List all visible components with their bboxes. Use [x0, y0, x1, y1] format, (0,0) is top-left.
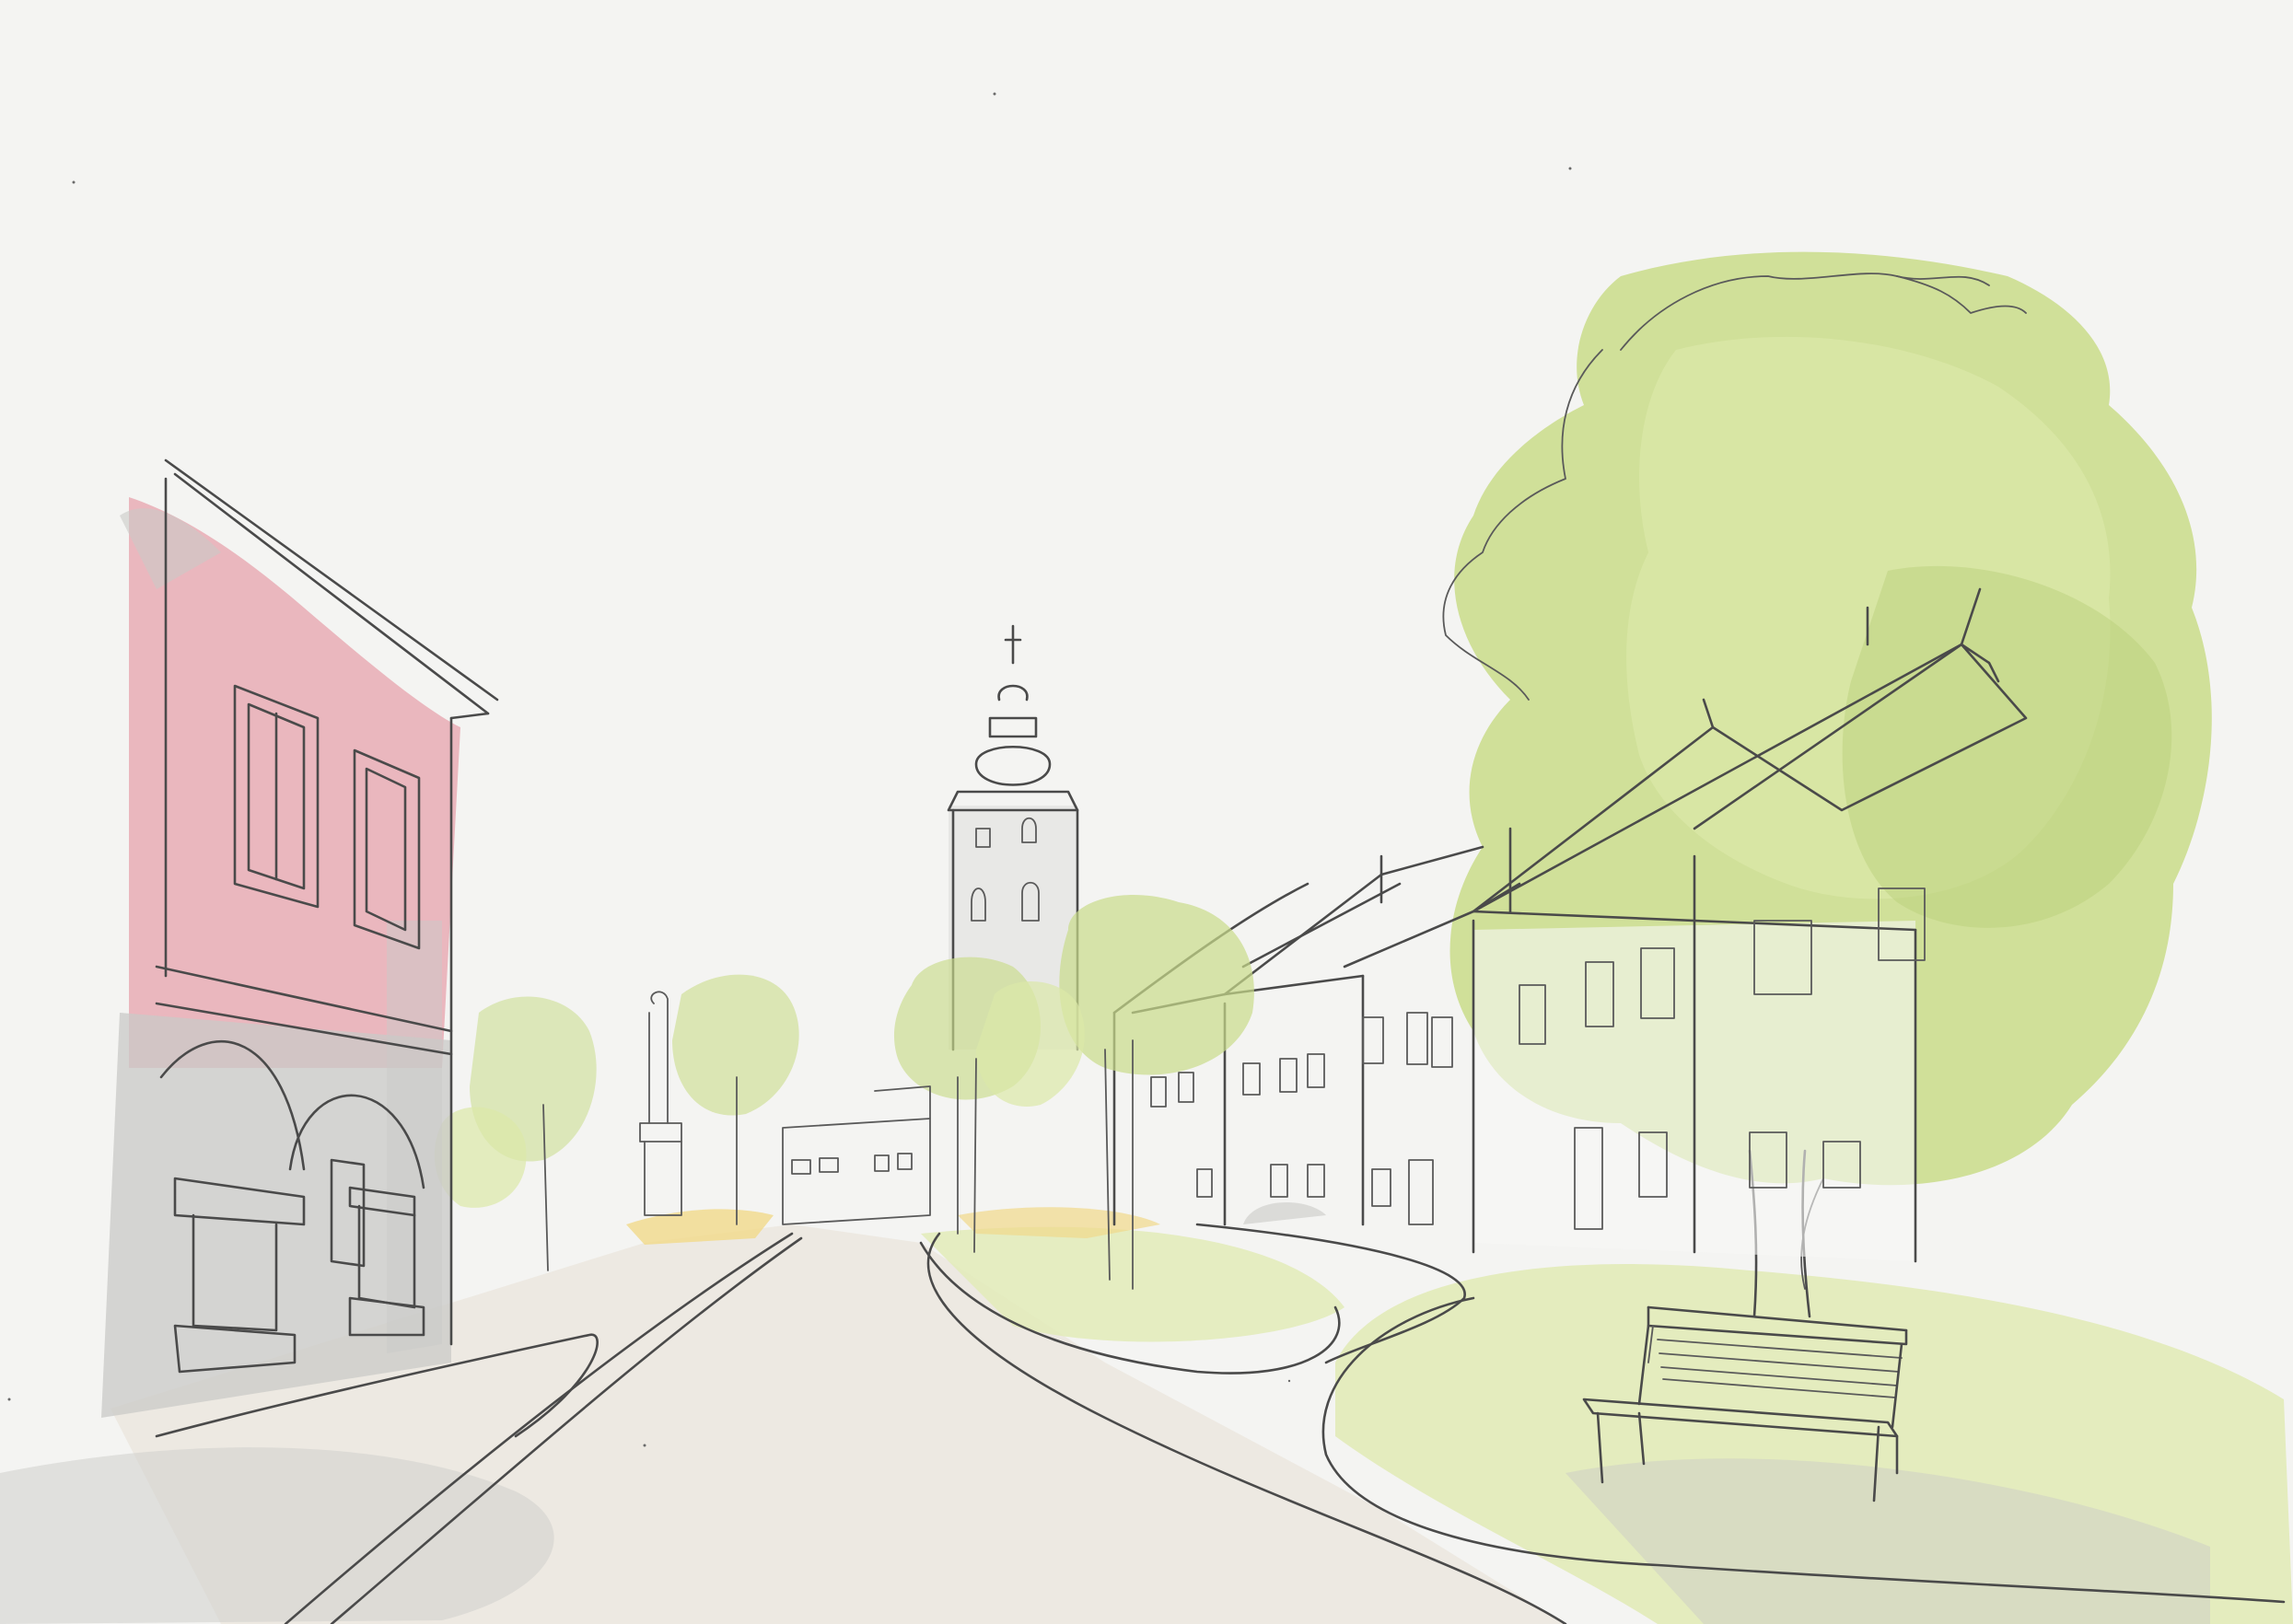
- town-square-sketch: [0, 0, 2293, 1624]
